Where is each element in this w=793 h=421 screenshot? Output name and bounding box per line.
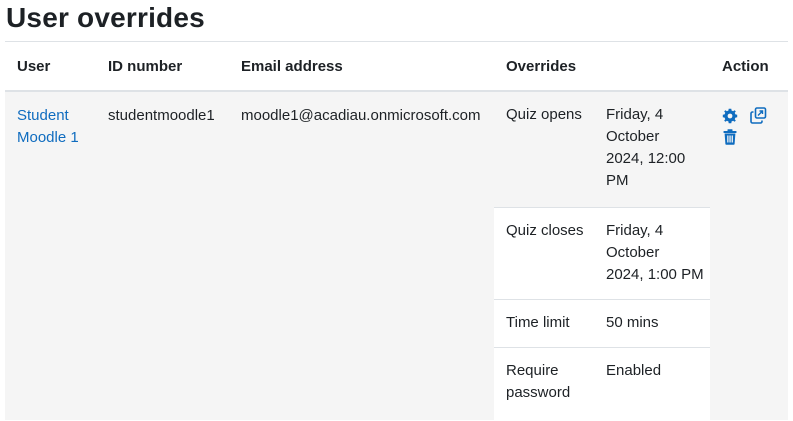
- override-label: Time limit: [506, 312, 596, 334]
- override-value: Friday, 4 October 2024, 12:00 PM: [606, 104, 706, 192]
- table-row: Student Moodle 1 studentmoodle1 moodle1@…: [5, 92, 788, 421]
- override-label-line: password: [506, 384, 571, 401]
- page-title: User overrides: [6, 2, 205, 33]
- override-value-line: 2024, 1:00 PM: [606, 266, 704, 283]
- override-value-line: Friday, 4: [606, 222, 664, 239]
- override-label-line: Require: [506, 362, 559, 379]
- override-quiz-opens: Quiz opens Friday, 4 October 2024, 12:00…: [494, 92, 710, 206]
- column-header-action: Action: [722, 58, 769, 75]
- override-require-password: Require password Enabled: [494, 347, 710, 421]
- gear-icon[interactable]: [722, 108, 738, 124]
- override-quiz-closes: Quiz closes Friday, 4 October 2024, 1:00…: [494, 207, 710, 299]
- override-value-line: 2024, 12:00: [606, 150, 686, 167]
- override-value-line: October: [606, 128, 660, 145]
- override-label: Require password: [506, 360, 596, 404]
- override-value-line: Friday, 4: [606, 106, 664, 123]
- override-value: Enabled: [606, 360, 706, 382]
- override-label-line: Time limit: [506, 314, 570, 331]
- override-value: Friday, 4 October 2024, 1:00 PM: [606, 220, 710, 286]
- trash-icon[interactable]: [723, 129, 739, 145]
- override-value-line: 50 mins: [606, 314, 659, 331]
- user-overrides-table: User ID number Email address Overrides A…: [5, 41, 788, 421]
- override-value-line: PM: [606, 172, 629, 189]
- override-value-line: October: [606, 244, 660, 261]
- override-label: Quiz closes: [506, 220, 596, 242]
- column-header-overrides: Overrides: [506, 58, 577, 75]
- override-value: 50 mins: [606, 312, 706, 334]
- email-cell: moodle1@acadiau.onmicrosoft.com: [241, 107, 481, 124]
- table-header: User ID number Email address Overrides A…: [5, 42, 788, 92]
- override-label-line: Quiz opens: [506, 106, 582, 123]
- override-label: Quiz opens: [506, 104, 596, 126]
- override-value-line: Enabled: [606, 362, 662, 379]
- copy-icon[interactable]: [750, 107, 767, 124]
- column-header-id-number: ID number: [108, 58, 183, 75]
- user-link[interactable]: Student Moodle 1: [17, 105, 97, 149]
- column-header-email: Email address: [241, 58, 343, 75]
- user-name-line2: Moodle 1: [17, 129, 79, 146]
- override-label-line: Quiz closes: [506, 222, 584, 239]
- id-number-cell: studentmoodle1: [108, 107, 215, 124]
- column-header-user: User: [17, 58, 51, 75]
- override-time-limit: Time limit 50 mins: [494, 299, 710, 347]
- user-name-line1: Student: [17, 107, 69, 124]
